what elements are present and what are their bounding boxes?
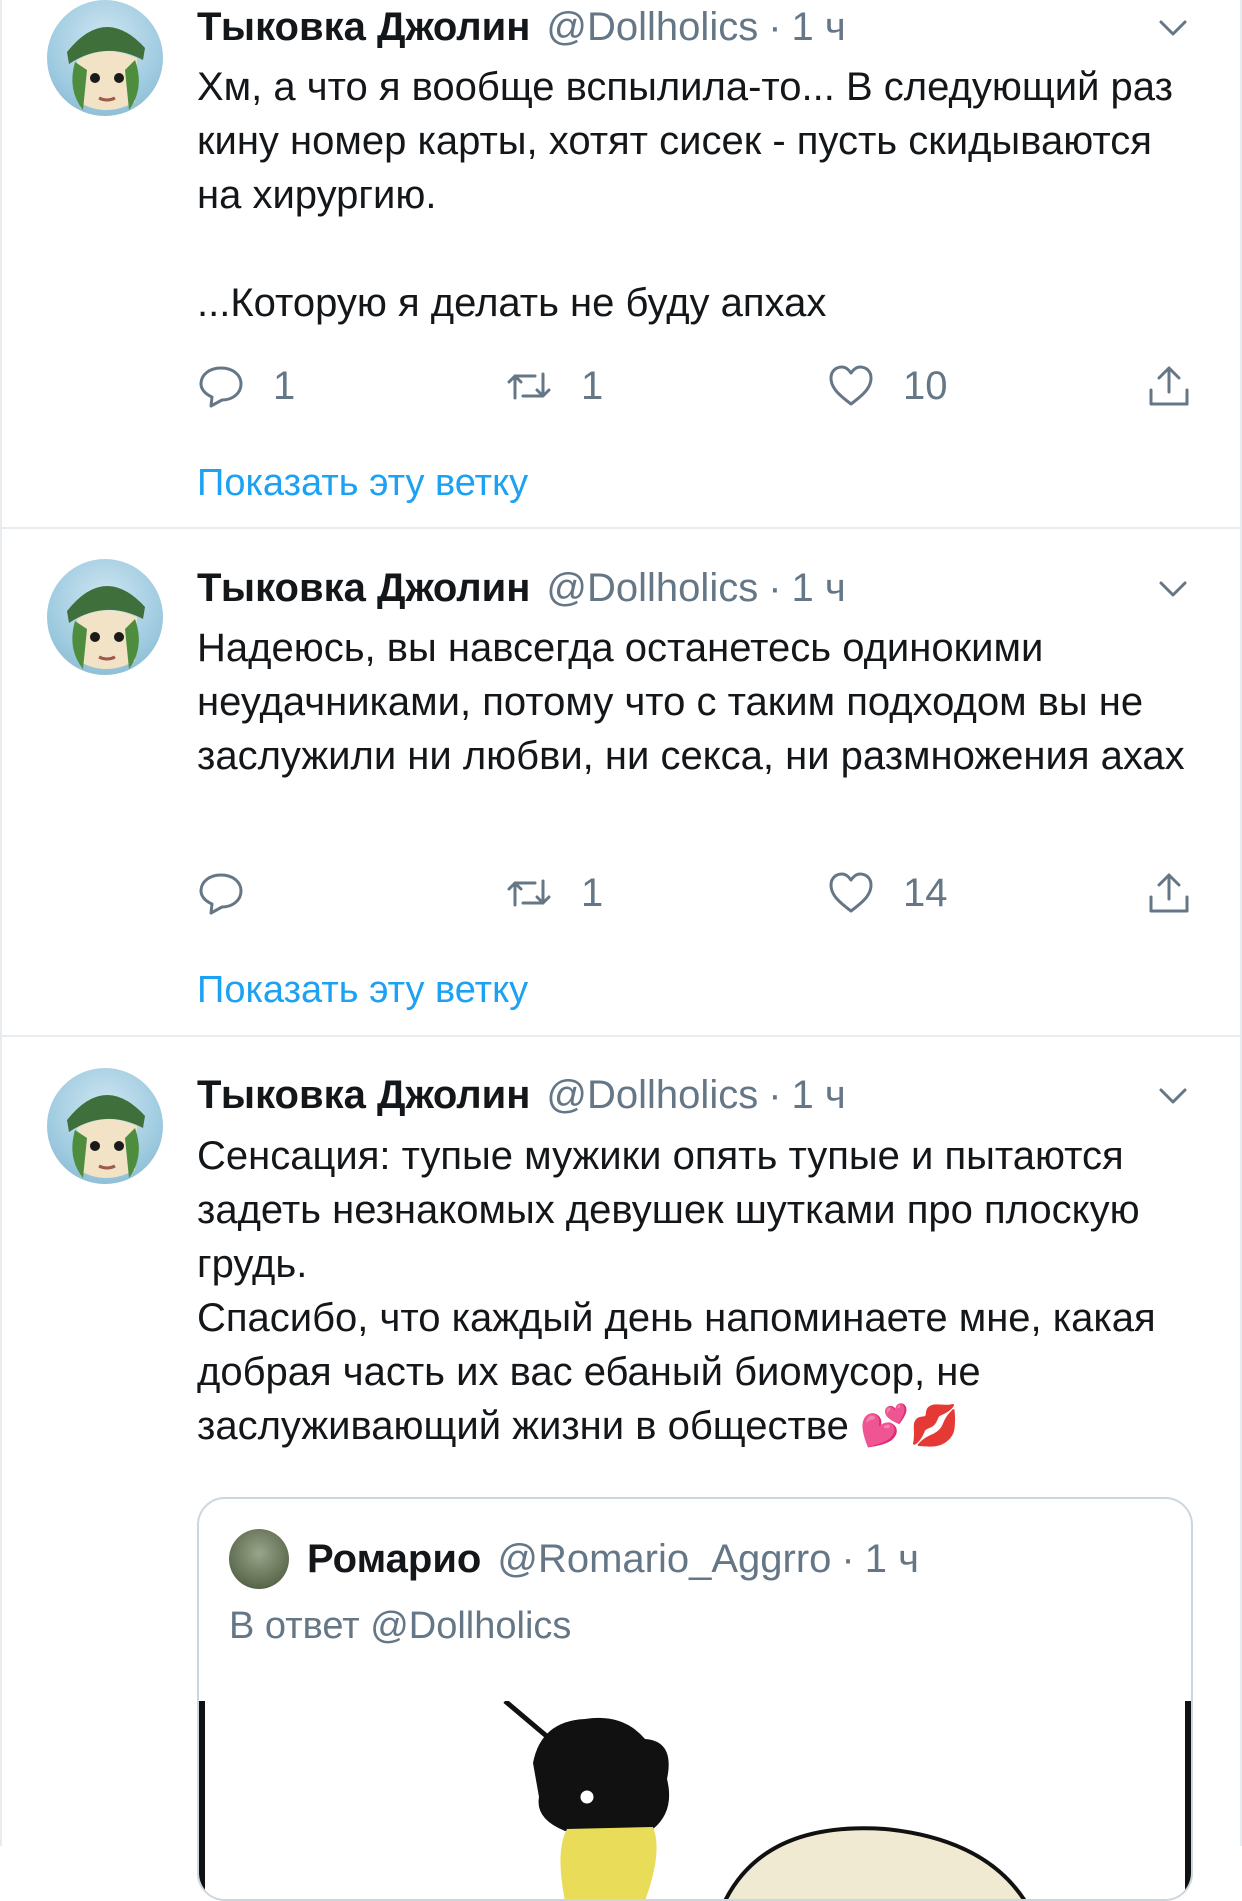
reply-button[interactable] — [197, 863, 273, 923]
separator-dot: · — [841, 1536, 855, 1581]
retweet-count: 1 — [581, 363, 604, 408]
share-icon — [1149, 366, 1189, 406]
separator-dot: · — [768, 565, 782, 610]
quoted-media-image[interactable] — [199, 1699, 1191, 1899]
quoted-timestamp[interactable]: 1 ч — [865, 1537, 919, 1582]
reply-icon — [199, 873, 243, 915]
show-thread-link[interactable]: Показать эту ветку — [197, 969, 528, 1012]
avatar-image — [67, 1094, 145, 1178]
separator-dot: · — [768, 4, 782, 49]
retweet-button[interactable]: 1 — [505, 863, 603, 923]
share-button[interactable] — [1145, 863, 1193, 923]
avatar[interactable] — [47, 0, 163, 116]
tweet-text: Сенсация: тупые мужики опять тупые и пыт… — [197, 1129, 1197, 1453]
timestamp[interactable]: 1 ч — [792, 1073, 846, 1118]
reply-icon — [199, 366, 243, 408]
cartoon-drawing — [503, 1699, 1027, 1899]
author-handle[interactable]: @Dollholics — [546, 5, 758, 50]
avatar[interactable] — [47, 1068, 163, 1184]
quoted-tweet-header: Ромарио @Romario_Aggrro · 1 ч — [229, 1529, 919, 1589]
separator-dot: · — [768, 1072, 782, 1117]
tweet-header: Тыковка Джолин @Dollholics · 1 ч — [197, 2, 846, 52]
like-icon — [829, 872, 873, 913]
retweet-icon — [507, 372, 551, 400]
avatar-image — [67, 585, 145, 669]
tweet-text: Хм, а что я вообще вспылила-то... В след… — [197, 60, 1197, 330]
author-name[interactable]: Тыковка Джолин — [197, 1073, 530, 1118]
tweet-header: Тыковка Джолин @Dollholics · 1 ч — [197, 1070, 846, 1120]
caret-down-icon[interactable] — [1155, 10, 1191, 46]
tweet-actions: 1 1 10 — [197, 356, 1197, 416]
show-thread-link[interactable]: Показать эту ветку — [197, 462, 528, 505]
like-button[interactable]: 10 — [827, 356, 948, 416]
tweet-text: Надеюсь, вы навсегда останетесь одиноким… — [197, 621, 1197, 783]
reply-count: 1 — [273, 363, 296, 408]
reply-to-label: В ответ @Dollholics — [229, 1605, 572, 1647]
tweet-paragraph: Хм, а что я вообще вспылила-то... В след… — [197, 65, 1173, 217]
like-icon — [829, 365, 873, 406]
retweet-count: 1 — [581, 870, 604, 915]
caret-down-icon[interactable] — [1155, 571, 1191, 607]
timestamp[interactable]: 1 ч — [792, 566, 846, 611]
avatar[interactable] — [47, 559, 163, 675]
retweet-icon — [507, 879, 551, 907]
tweet-paragraph: Сенсация: тупые мужики опять тупые и пыт… — [197, 1134, 1140, 1286]
author-name[interactable]: Тыковка Джолин — [197, 566, 530, 611]
caret-down-icon[interactable] — [1155, 1078, 1191, 1114]
tweet[interactable]: Тыковка Джолин @Dollholics · 1 ч Надеюсь… — [0, 529, 1242, 1035]
like-count: 14 — [903, 870, 948, 915]
tweet-actions: 1 14 — [197, 863, 1197, 923]
share-icon — [1149, 873, 1189, 913]
reply-button[interactable]: 1 — [197, 356, 295, 416]
quoted-avatar[interactable] — [229, 1529, 289, 1589]
quoted-author-handle[interactable]: @Romario_Aggrro — [497, 1537, 831, 1582]
author-name[interactable]: Тыковка Джолин — [197, 5, 530, 50]
tweet[interactable]: Тыковка Джолин @Dollholics · 1 ч Хм, а ч… — [0, 0, 1242, 528]
quoted-tweet[interactable]: Ромарио @Romario_Aggrro · 1 ч В ответ @D… — [197, 1497, 1193, 1901]
tweet-paragraph: Надеюсь, вы навсегда останетесь одиноким… — [197, 626, 1185, 778]
tweet-feed: Тыковка Джолин @Dollholics · 1 ч Хм, а ч… — [0, 0, 1242, 1901]
author-handle[interactable]: @Dollholics — [546, 566, 758, 611]
timestamp[interactable]: 1 ч — [792, 5, 846, 50]
like-count: 10 — [903, 363, 948, 408]
tweet-paragraph: ...Которую я делать не буду апхах — [197, 281, 827, 325]
share-button[interactable] — [1145, 356, 1193, 416]
avatar-image — [67, 26, 145, 110]
quoted-author-name[interactable]: Ромарио — [307, 1537, 481, 1582]
tweet-paragraph: Спасибо, что каждый день напоминаете мне… — [197, 1296, 1156, 1448]
like-button[interactable]: 14 — [827, 863, 948, 923]
tweet-header: Тыковка Джолин @Dollholics · 1 ч — [197, 563, 846, 613]
author-handle[interactable]: @Dollholics — [546, 1073, 758, 1118]
retweet-button[interactable]: 1 — [505, 356, 603, 416]
